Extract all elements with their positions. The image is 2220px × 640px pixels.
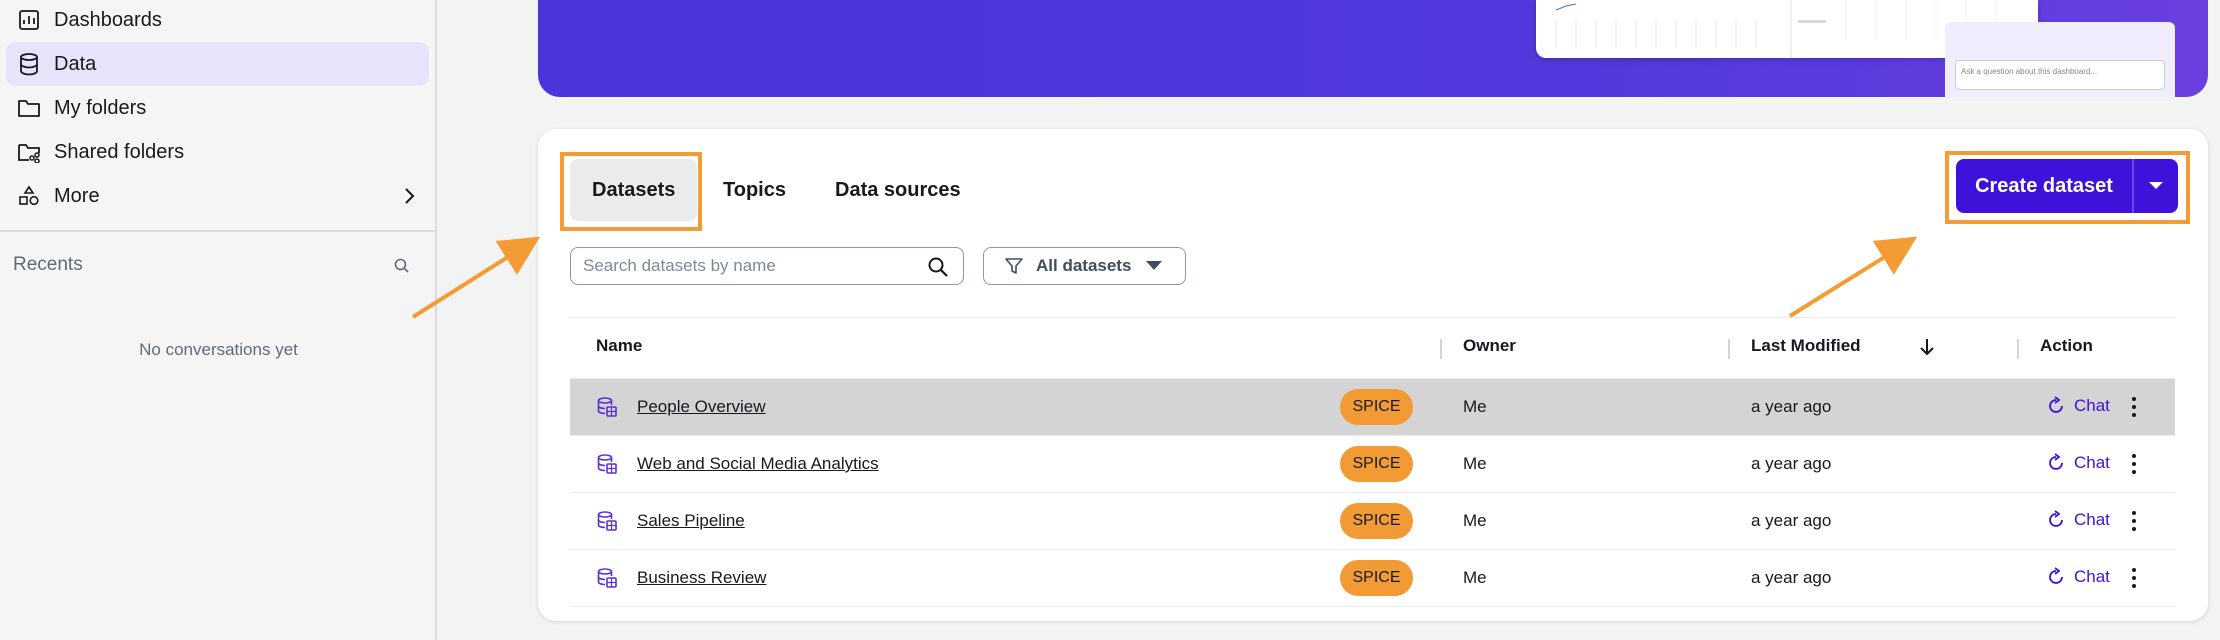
owner-cell: Me [1463,397,1487,416]
dataset-filter-dropdown[interactable]: All datasets [983,247,1186,285]
dataset-name-link[interactable]: Sales Pipeline [637,511,745,531]
more-actions-icon[interactable] [2128,566,2140,590]
search-input[interactable] [583,256,913,276]
chat-button[interactable]: Chat [2046,510,2110,530]
more-actions-icon[interactable] [2128,395,2140,419]
chat-label: Chat [2074,567,2110,586]
preview-question-input: Ask a question about this dashboard... [1955,60,2165,90]
table-header: Name Owner Last Modified Action [570,317,2175,379]
last-modified-cell: a year ago [1751,568,1832,587]
tab-highlight-box [560,152,702,231]
chat-button[interactable]: Chat [2046,396,2110,416]
chat-refresh-icon [2049,396,2063,413]
create-highlight-box [1945,151,2190,224]
column-header-name[interactable]: Name [596,336,642,356]
dashboard-icon [16,7,42,33]
chat-panel-preview: Ask a question about this dashboard... [1945,22,2175,97]
datasets-card: Datasets Topics Data sources Create data… [538,129,2208,621]
table-row[interactable]: Sales Pipeline SPICE Me a year ago Chat [570,493,2175,550]
sidebar-item-more[interactable]: More [6,174,429,218]
chat-refresh-icon [2049,567,2063,584]
folder-icon [16,95,42,121]
sidebar-item-label: More [54,184,100,207]
last-modified-cell: a year ago [1751,511,1832,530]
sidebar-divider [0,230,437,232]
hero-banner: Ask a question about this dashboard... [538,0,2208,97]
recents-heading: Recents [13,254,83,275]
sidebar-item-data[interactable]: Data [6,42,429,86]
tab-data-sources[interactable]: Data sources [835,159,961,221]
column-header-last-modified[interactable]: Last Modified [1751,336,1861,356]
spice-badge: SPICE [1340,503,1413,539]
sidebar-item-label: My folders [54,96,147,119]
caret-down-icon [1146,261,1163,270]
search-icon[interactable] [927,256,949,278]
tab-topics[interactable]: Topics [723,159,786,221]
more-actions-icon[interactable] [2128,452,2140,476]
filter-icon [1005,258,1023,274]
sidebar-item-label: Data [54,52,97,75]
shared-folder-icon [16,139,42,165]
last-modified-cell: a year ago [1751,397,1832,416]
shapes-icon [16,183,42,209]
owner-cell: Me [1463,454,1487,473]
search-datasets [570,247,964,285]
owner-cell: Me [1463,568,1487,587]
chat-label: Chat [2074,453,2110,472]
column-header-owner[interactable]: Owner [1463,336,1516,356]
sidebar-item-my-folders[interactable]: My folders [6,86,429,130]
spice-badge: SPICE [1340,446,1413,482]
dataset-icon [597,397,617,417]
chat-label: Chat [2074,510,2110,529]
chat-refresh-icon [2049,453,2063,470]
dataset-name-link[interactable]: Web and Social Media Analytics [637,454,879,474]
more-actions-icon[interactable] [2128,509,2140,533]
spice-badge: SPICE [1340,389,1413,425]
sidebar-item-label: Shared folders [54,140,185,163]
column-header-action: Action [2040,336,2093,355]
table-row[interactable]: Business Review SPICE Me a year ago Chat [570,550,2175,607]
spice-badge: SPICE [1340,560,1413,596]
sidebar: Dashboards Data My folders Shared folder… [0,0,437,640]
recents-search-icon[interactable] [392,256,412,276]
filter-label: All datasets [1036,256,1132,275]
dataset-icon [597,511,617,531]
chat-button[interactable]: Chat [2046,453,2110,473]
dataset-icon [597,568,617,588]
empty-recents-message: No conversations yet [139,340,298,359]
dataset-name-link[interactable]: People Overview [637,397,766,417]
table-row[interactable]: People Overview SPICE Me a year ago Chat [570,379,2175,436]
last-modified-cell: a year ago [1751,454,1832,473]
chat-refresh-icon [2049,510,2063,527]
sidebar-item-shared-folders[interactable]: Shared folders [6,130,429,174]
owner-cell: Me [1463,511,1487,530]
sidebar-item-label: Dashboards [54,8,162,31]
sidebar-item-dashboards[interactable]: Dashboards [6,0,429,42]
database-icon [16,51,42,77]
chat-button[interactable]: Chat [2046,567,2110,587]
chat-label: Chat [2074,396,2110,415]
dataset-icon [597,454,617,474]
sort-descending-icon[interactable] [1919,337,1935,357]
dataset-name-link[interactable]: Business Review [637,568,766,588]
table-row[interactable]: Web and Social Media Analytics SPICE Me a y… [570,436,2175,493]
chevron-right-icon [405,188,415,204]
